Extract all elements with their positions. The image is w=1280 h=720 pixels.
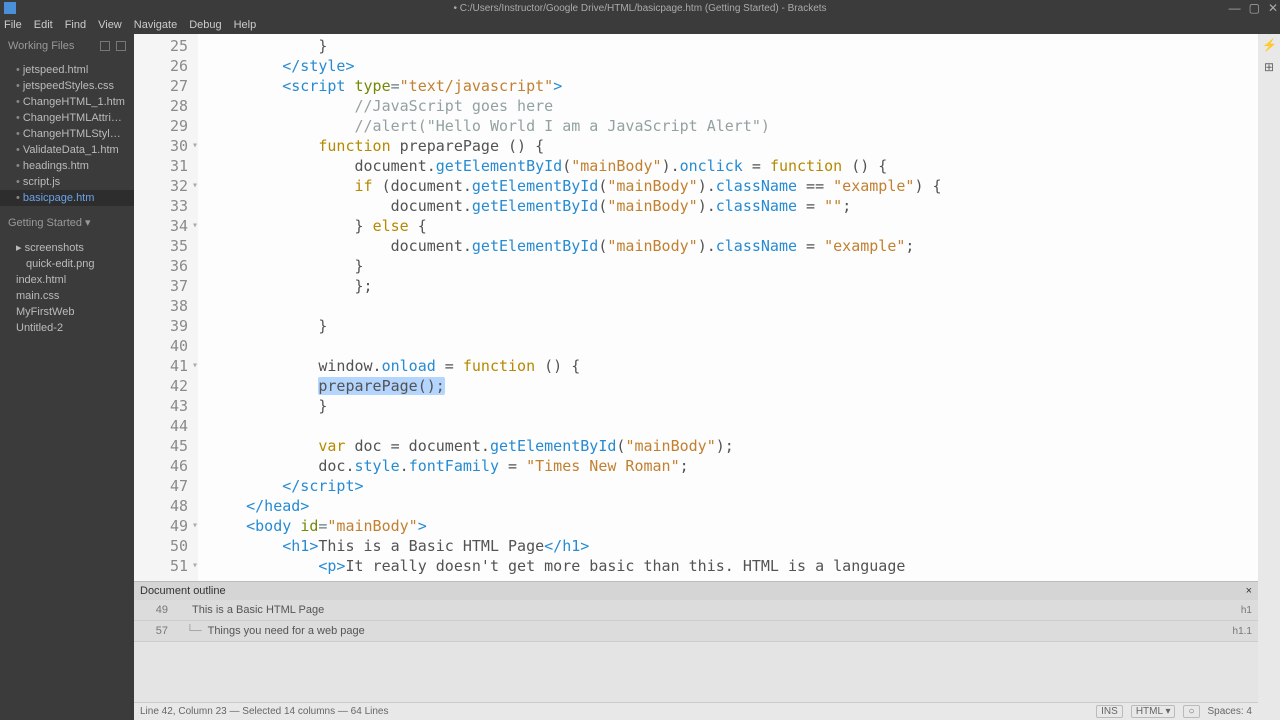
file-item[interactable]: index.html <box>0 272 134 288</box>
title-bar: • C:/Users/Instructor/Google Drive/HTML/… <box>0 0 1280 16</box>
outline-item[interactable]: 57└─Things you need for a web pageh1.1 <box>134 621 1258 642</box>
working-file-item[interactable]: script.js <box>0 174 134 190</box>
indent-setting[interactable]: Spaces: 4 <box>1208 706 1252 717</box>
right-toolbar: ⚡ ⊞ <box>1258 34 1280 720</box>
file-item[interactable]: main.css <box>0 288 134 304</box>
working-file-item[interactable]: ChangeHTMLStyles_1.htm <box>0 126 134 142</box>
file-item[interactable]: MyFirstWeb <box>0 304 134 320</box>
working-file-item[interactable]: headings.htm <box>0 158 134 174</box>
status-bar: Line 42, Column 23 — Selected 14 columns… <box>134 702 1258 720</box>
insert-mode[interactable]: INS <box>1096 705 1123 718</box>
maximize-button[interactable]: ▢ <box>1249 1 1260 15</box>
menu-navigate[interactable]: Navigate <box>134 19 177 31</box>
outline-title: Document outline <box>140 585 226 597</box>
menu-debug[interactable]: Debug <box>189 19 221 31</box>
app-icon <box>4 2 16 14</box>
project-header[interactable]: Getting Started ▾ <box>0 210 134 235</box>
working-files-label: Working Files <box>8 40 74 52</box>
project-label: Getting Started ▾ <box>8 216 91 229</box>
outline-close-icon[interactable]: × <box>1246 585 1252 597</box>
cursor-status[interactable]: Line 42, Column 23 — Selected 14 columns… <box>140 706 388 717</box>
file-item[interactable]: quick-edit.png <box>0 256 134 272</box>
line-gutter[interactable]: 2526272829303132333435363738394041424344… <box>134 34 198 581</box>
working-file-item[interactable]: ValidateData_1.htm <box>0 142 134 158</box>
menu-view[interactable]: View <box>98 19 122 31</box>
sidebar: Working Files jetspeed.htmljetspeedStyle… <box>0 34 134 720</box>
menu-help[interactable]: Help <box>234 19 257 31</box>
menu-find[interactable]: Find <box>65 19 86 31</box>
language-mode[interactable]: HTML ▾ <box>1131 705 1176 718</box>
split-view-icon[interactable] <box>100 41 110 51</box>
live-preview-icon[interactable]: ⚡ <box>1262 38 1276 52</box>
project-files-list: ▸ screenshotsquick-edit.pngindex.htmlmai… <box>0 235 134 340</box>
code-area[interactable]: } </style> <script type="text/javascript… <box>198 34 1258 581</box>
close-button[interactable]: ✕ <box>1268 1 1278 15</box>
folder-item[interactable]: ▸ screenshots <box>0 239 134 256</box>
working-file-item[interactable]: basicpage.htm <box>0 190 134 206</box>
file-item[interactable]: Untitled-2 <box>0 320 134 336</box>
editor: 2526272829303132333435363738394041424344… <box>134 34 1258 720</box>
working-file-item[interactable]: jetspeedStyles.css <box>0 78 134 94</box>
working-file-item[interactable]: ChangeHTML_1.htm <box>0 94 134 110</box>
menu-file[interactable]: File <box>4 19 22 31</box>
settings-icon[interactable] <box>116 41 126 51</box>
working-files-header[interactable]: Working Files <box>0 34 134 58</box>
minimize-button[interactable]: — <box>1229 1 1241 15</box>
document-outline-panel: Document outline × 49This is a Basic HTM… <box>134 581 1258 702</box>
working-files-list: jetspeed.htmljetspeedStyles.cssChangeHTM… <box>0 58 134 210</box>
lint-status-icon[interactable]: ○ <box>1183 705 1199 718</box>
working-file-item[interactable]: jetspeed.html <box>0 62 134 78</box>
outline-item[interactable]: 49This is a Basic HTML Pageh1 <box>134 600 1258 621</box>
menu-edit[interactable]: Edit <box>34 19 53 31</box>
extension-manager-icon[interactable]: ⊞ <box>1262 60 1276 74</box>
window-title: • C:/Users/Instructor/Google Drive/HTML/… <box>453 3 826 14</box>
menu-bar: File Edit Find View Navigate Debug Help <box>0 16 1280 34</box>
working-file-item[interactable]: ChangeHTMLAttributes_1.htm <box>0 110 134 126</box>
